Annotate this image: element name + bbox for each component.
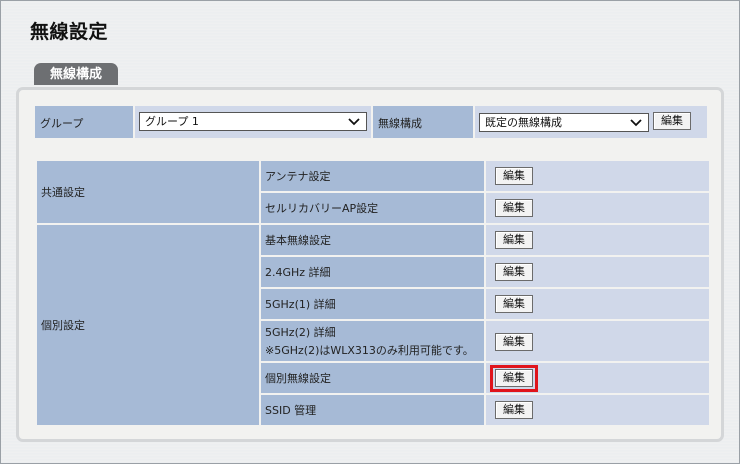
item-5ghz2-note: ※5GHz(2)はWLX313のみ利用可能です。	[265, 344, 474, 357]
antenna-edit-button[interactable]: 編集	[495, 167, 533, 185]
item-basic-wireless-label: 基本無線設定	[265, 234, 331, 247]
config-select[interactable]: 既定の無線構成	[479, 113, 649, 132]
table-row: 共通設定 アンテナ設定 編集	[37, 161, 709, 223]
group-select[interactable]: グループ 1	[139, 112, 367, 131]
item-action-cell: 編集	[486, 395, 709, 425]
group-label: グループ	[40, 117, 84, 130]
item-name-cell: 5GHz(1) 詳細	[261, 289, 484, 319]
item-name-cell: セルリカバリーAP設定	[261, 193, 484, 223]
item-name-cell: 基本無線設定	[261, 225, 484, 255]
item-action-cell: 編集	[486, 193, 709, 223]
section-individual-cell: 個別設定	[37, 225, 259, 425]
item-5ghz2-label: 5GHz(2) 詳細	[265, 326, 336, 339]
top-row: グループ グループ 1 無線構成 既定の無線構成 編集	[35, 106, 707, 138]
table-row: 個別設定 基本無線設定 編集	[37, 225, 709, 425]
section-common-cell: 共通設定	[37, 161, 259, 223]
tab-wireless-config[interactable]: 無線構成	[34, 63, 118, 85]
item-action-cell: 編集	[486, 321, 709, 361]
individual-wireless-edit-button[interactable]: 編集	[495, 369, 533, 387]
5ghz1-edit-button[interactable]: 編集	[495, 295, 533, 313]
item-action-cell: 編集	[486, 363, 709, 393]
item-action-cell: 編集	[486, 225, 709, 255]
group-label-cell: グループ	[35, 106, 133, 138]
config-label: 無線構成	[378, 117, 422, 130]
cell-recovery-edit-button[interactable]: 編集	[495, 199, 533, 217]
config-edit-button[interactable]: 編集	[653, 112, 691, 130]
ssid-edit-button[interactable]: 編集	[495, 401, 533, 419]
item-antenna-label: アンテナ設定	[265, 170, 331, 183]
chevron-down-icon	[348, 118, 360, 126]
item-name-cell: アンテナ設定	[261, 161, 484, 191]
5ghz2-edit-button[interactable]: 編集	[495, 333, 533, 351]
item-5ghz1-label: 5GHz(1) 詳細	[265, 298, 336, 311]
basic-wireless-edit-button[interactable]: 編集	[495, 231, 533, 249]
settings-table: 共通設定 アンテナ設定 編集 セルリカバリーAP設定 編集 個別設定 基本無線設…	[35, 159, 711, 427]
page-title: 無線設定	[30, 21, 109, 43]
item-24ghz-label: 2.4GHz 詳細	[265, 266, 331, 279]
config-select-value: 既定の無線構成	[485, 116, 562, 129]
item-name-cell: 個別無線設定	[261, 363, 484, 393]
item-cell-recovery-label: セルリカバリーAP設定	[265, 202, 379, 215]
section-label: 個別設定	[41, 319, 85, 332]
item-action-cell: 編集	[486, 161, 709, 191]
config-label-cell: 無線構成	[373, 106, 473, 138]
item-name-cell: SSID 管理	[261, 395, 484, 425]
chevron-down-icon	[630, 119, 642, 127]
item-action-cell: 編集	[486, 289, 709, 319]
section-label: 共通設定	[41, 186, 85, 199]
item-name-cell: 2.4GHz 詳細	[261, 257, 484, 287]
item-ssid-label: SSID 管理	[265, 404, 317, 417]
item-action-cell: 編集	[486, 257, 709, 287]
item-individual-wireless-label: 個別無線設定	[265, 372, 331, 385]
24ghz-edit-button[interactable]: 編集	[495, 263, 533, 281]
config-value-cell: 既定の無線構成 編集	[475, 106, 707, 138]
group-select-value: グループ 1	[145, 115, 199, 128]
group-value-cell: グループ 1	[135, 106, 371, 138]
item-name-cell: 5GHz(2) 詳細 ※5GHz(2)はWLX313のみ利用可能です。	[261, 321, 484, 361]
config-panel: グループ グループ 1 無線構成 既定の無線構成 編集 共通設定 アンテナ設定 …	[16, 87, 724, 442]
